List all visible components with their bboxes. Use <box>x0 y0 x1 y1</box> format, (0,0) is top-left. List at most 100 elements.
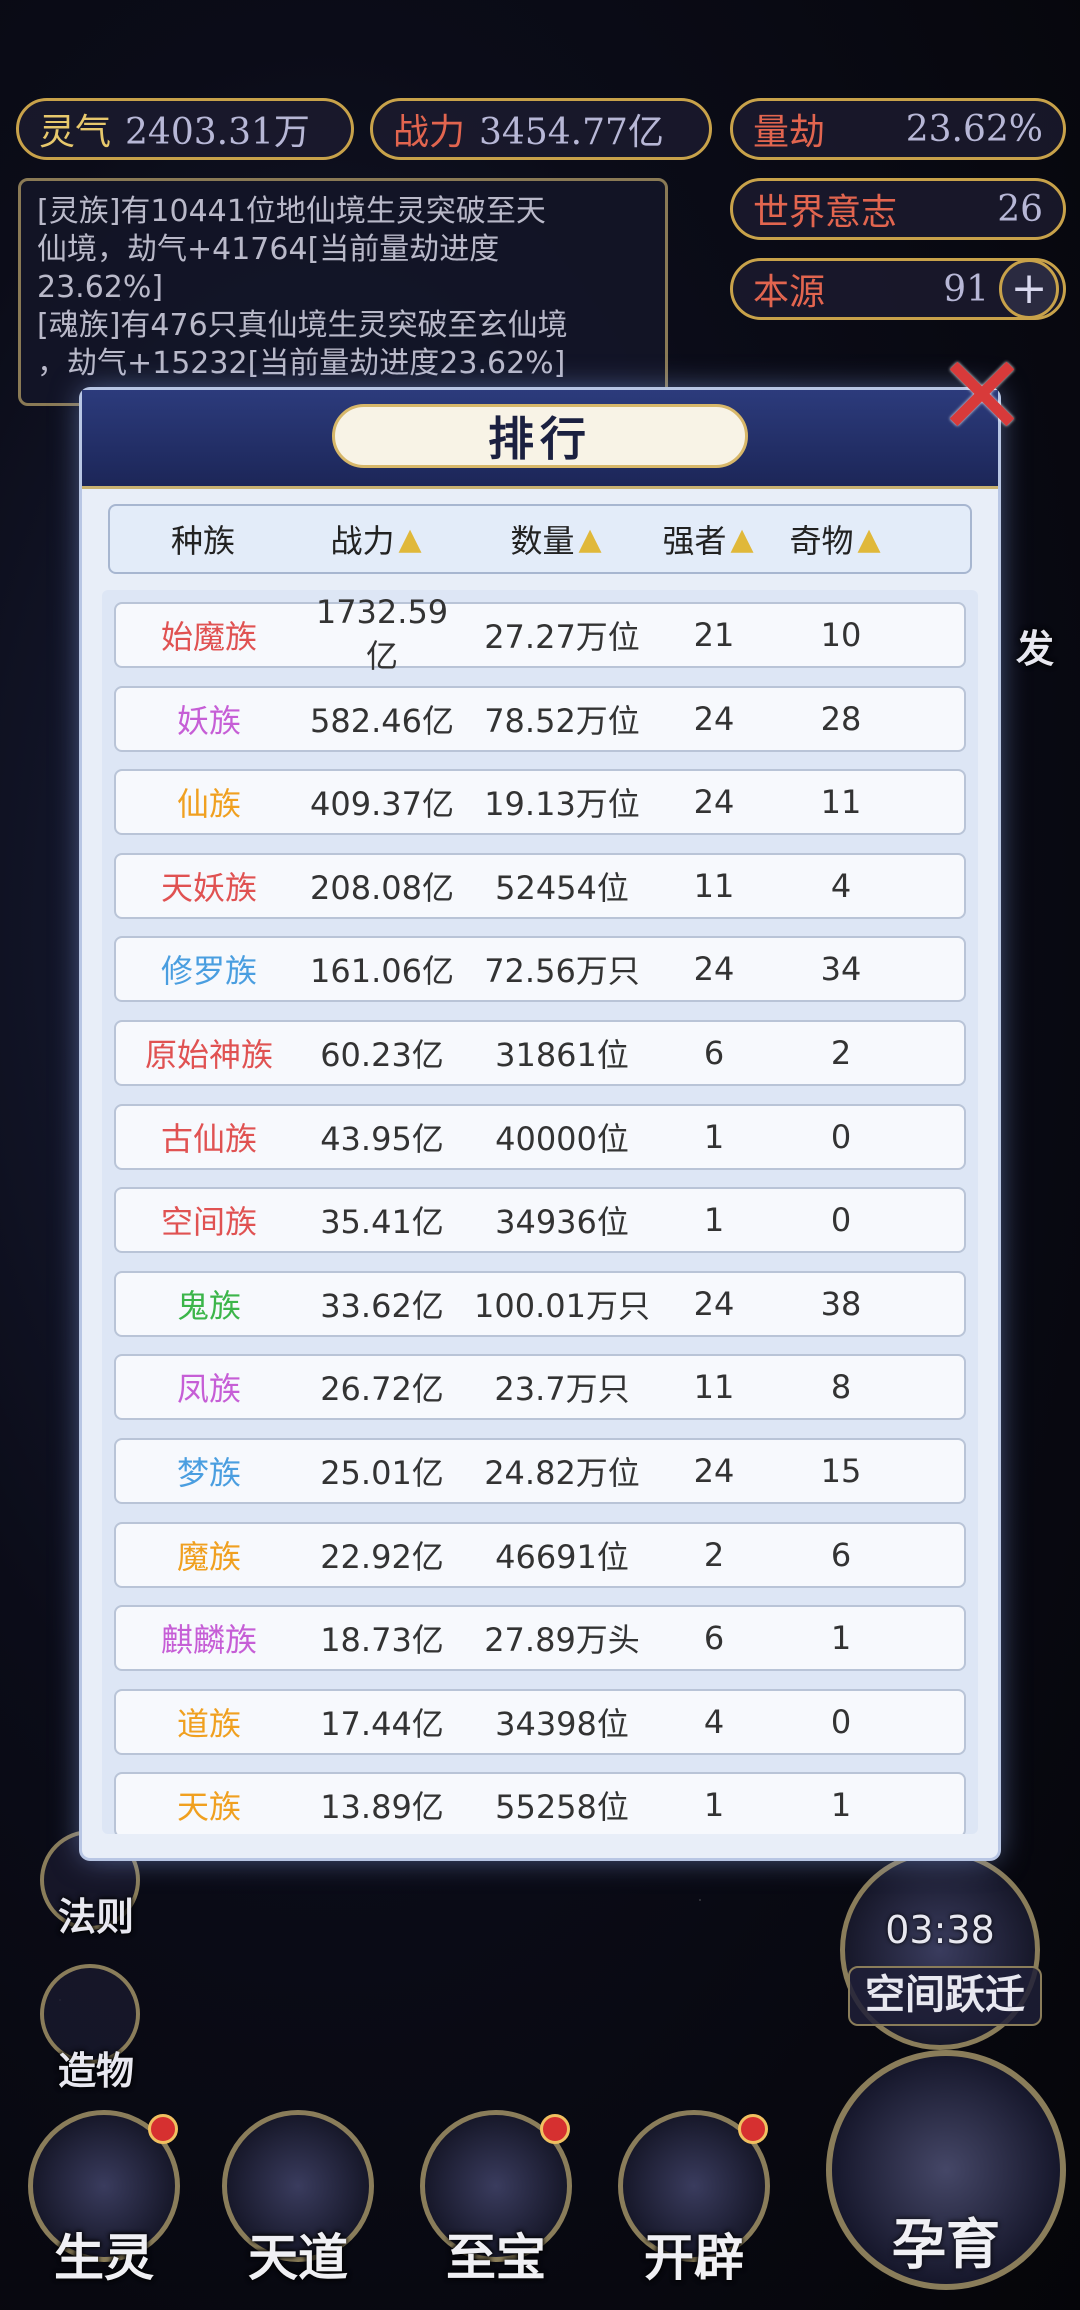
power-value: 582.46亿 <box>310 701 454 740</box>
table-row[interactable]: 道族 17.44亿 34398位 4 0 <box>114 1688 966 1755</box>
race-name: 梦族 <box>176 1454 241 1492</box>
nav-label: 至宝 <box>446 2228 546 2287</box>
nav-tian-dao[interactable]: 天道 <box>212 2110 384 2290</box>
table-row[interactable]: 凤族 26.72亿 23.7万只 11 8 <box>114 1354 966 1421</box>
table-row[interactable]: 天妖族 208.08亿 52454位 11 4 <box>114 852 966 919</box>
strong-value: 24 <box>693 1284 735 1323</box>
race-name: 凤族 <box>176 1370 241 1409</box>
power-value: 35.41亿 <box>320 1203 444 1242</box>
close-icon[interactable]: ✕ <box>936 341 1028 451</box>
sort-strong[interactable]: 强者 ▲ <box>656 516 760 562</box>
notification-dot <box>738 2114 768 2144</box>
race-name: 仙族 <box>176 785 241 824</box>
strong-value: 1 <box>703 1786 725 1825</box>
add-benyuan-button[interactable]: + <box>999 259 1059 319</box>
table-row[interactable]: 始魔族 1732.59亿 27.27万位 21 10 <box>114 593 966 675</box>
arrow-up-icon: ▲ <box>857 521 881 557</box>
power-value: 33.62亿 <box>320 1286 444 1325</box>
table-row[interactable]: 梦族 25.01亿 24.82万位 24 15 <box>114 1438 966 1504</box>
liangjie-value: 23.62% <box>905 108 1043 150</box>
count-value: 34398位 <box>495 1704 629 1743</box>
treasure-value: 11 <box>820 783 862 822</box>
strong-value: 2 <box>703 1535 725 1574</box>
nav-zhi-bao[interactable]: 至宝 <box>410 2110 582 2290</box>
col-treasure-label: 奇物 <box>789 522 854 560</box>
treasure-value: 15 <box>820 1452 862 1490</box>
log-line: [魂族]有476只真仙境生灵突破至玄仙境 <box>37 308 568 343</box>
table-row[interactable]: 古仙族 43.95亿 40000位 1 0 <box>114 1103 966 1170</box>
race-name: 原始神族 <box>144 1036 273 1074</box>
treasure-value: 0 <box>830 1702 852 1741</box>
table-row[interactable]: 原始神族 60.23亿 31861位 6 2 <box>114 1020 966 1086</box>
race-name: 鬼族 <box>176 1286 241 1325</box>
table-row[interactable]: 天族 13.89亿 55258位 1 1 <box>114 1772 966 1834</box>
benyuan-value: 91 <box>943 268 989 310</box>
count-value: 78.52万位 <box>484 701 640 740</box>
treasure-value: 10 <box>820 616 862 654</box>
sort-power[interactable]: 战力 ▲ <box>296 516 456 562</box>
notification-dot <box>148 2114 178 2144</box>
nav-sheng-ling[interactable]: 生灵 <box>18 2110 190 2290</box>
count-value: 19.13万位 <box>484 785 640 824</box>
modal-title: 排行 <box>332 404 748 468</box>
table-row[interactable]: 空间族 35.41亿 34936位 1 0 <box>114 1187 966 1254</box>
race-name: 空间族 <box>160 1203 257 1242</box>
count-value: 24.82万位 <box>484 1454 640 1492</box>
nav-label: 天道 <box>248 2228 348 2287</box>
strong-value: 1 <box>703 1117 725 1156</box>
lingqi-value: 2403.31万 <box>125 112 310 153</box>
log-line: 23.62%] <box>37 270 164 305</box>
col-race-label: 种族 <box>170 522 235 560</box>
arrow-up-icon: ▲ <box>730 521 754 557</box>
power-value: 43.95亿 <box>320 1119 444 1158</box>
strong-value: 21 <box>693 616 735 654</box>
strong-value: 24 <box>693 1452 735 1490</box>
power-value: 25.01亿 <box>320 1454 444 1492</box>
count-value: 55258位 <box>495 1788 629 1827</box>
table-row[interactable]: 修罗族 161.06亿 72.56万只 24 34 <box>114 936 966 1003</box>
power-value: 17.44亿 <box>320 1704 444 1743</box>
liangjie-label: 量劫 <box>753 112 826 153</box>
count-value: 23.7万只 <box>494 1370 630 1409</box>
treasure-value: 28 <box>820 699 862 738</box>
col-power-label: 战力 <box>330 522 395 560</box>
zao-wu-label: 造物 <box>58 2049 135 2093</box>
count-value: 100.01万只 <box>474 1286 650 1325</box>
shijie-stat[interactable]: 世界意志 26 <box>730 178 1066 240</box>
race-name: 古仙族 <box>160 1119 257 1158</box>
power-value: 208.08亿 <box>310 868 454 907</box>
lingqi-label: 灵气 <box>39 112 112 153</box>
log-line: 仙境，劫气+41764[当前量劫进度 <box>37 232 500 267</box>
event-log: [灵族]有10441位地仙境生灵突破至天 仙境，劫气+41764[当前量劫进度 … <box>18 178 668 406</box>
table-row[interactable]: 魔族 22.92亿 46691位 2 6 <box>114 1521 966 1588</box>
power-value: 18.73亿 <box>320 1621 444 1660</box>
strong-value: 4 <box>703 1702 725 1741</box>
strong-value: 6 <box>703 1619 725 1658</box>
treasure-value: 6 <box>830 1535 852 1574</box>
treasure-value: 38 <box>820 1284 862 1323</box>
log-line: [灵族]有10441位地仙境生灵突破至天 <box>37 194 546 229</box>
notification-dot <box>540 2114 570 2144</box>
zhanli-label: 战力 <box>393 112 466 153</box>
table-row[interactable]: 鬼族 33.62亿 100.01万只 24 38 <box>114 1270 966 1337</box>
modal-header: 排行 <box>82 390 998 489</box>
table-row[interactable]: 仙族 409.37亿 19.13万位 24 11 <box>114 769 966 836</box>
count-value: 27.89万头 <box>484 1621 640 1660</box>
power-value: 22.92亿 <box>320 1537 444 1576</box>
treasure-value: 1 <box>830 1786 852 1825</box>
ranking-list[interactable]: 始魔族 1732.59亿 27.27万位 21 10 妖族 582.46亿 78.52万位 24… <box>102 590 978 1834</box>
race-name: 天妖族 <box>160 868 257 907</box>
benyuan-stat: 本源 91 + <box>730 258 1066 320</box>
col-strong-label: 强者 <box>662 522 727 560</box>
treasure-value: 0 <box>830 1117 852 1156</box>
liangjie-stat[interactable]: 量劫 23.62% <box>730 98 1066 160</box>
space-jump-button[interactable]: 空间跃迁 <box>848 1966 1042 2026</box>
sort-count[interactable]: 数量 ▲ <box>456 516 656 562</box>
table-row[interactable]: 麒麟族 18.73亿 27.89万头 6 1 <box>114 1605 966 1672</box>
power-value: 409.37亿 <box>310 785 454 824</box>
nav-kai-pi[interactable]: 开辟 <box>608 2110 780 2290</box>
sort-treasure[interactable]: 奇物 ▲ <box>760 516 910 562</box>
table-row[interactable]: 妖族 582.46亿 78.52万位 24 28 <box>114 685 966 752</box>
nav-label: 开辟 <box>644 2228 744 2287</box>
yun-yu-label: 孕育 <box>892 2212 1000 2276</box>
